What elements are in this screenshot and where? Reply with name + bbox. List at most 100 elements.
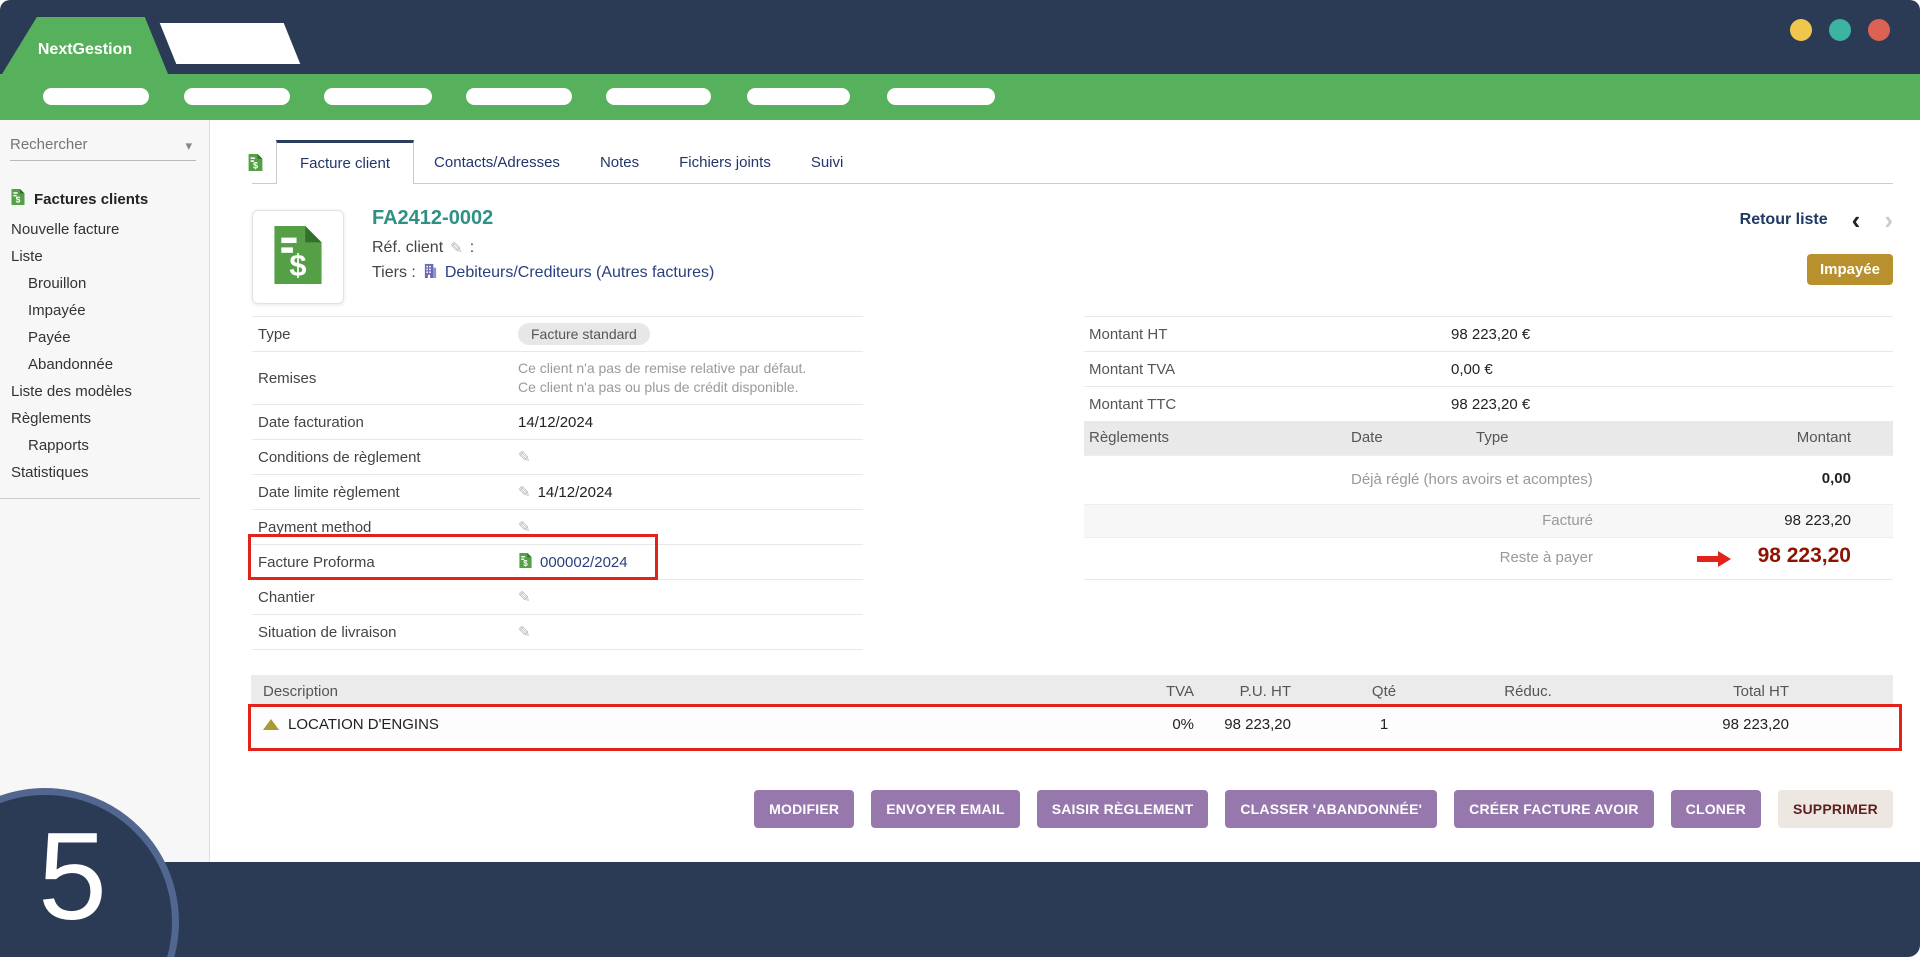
menu-pill[interactable] <box>324 88 432 105</box>
line-total-ht: 98 223,20 <box>1579 716 1789 733</box>
payments-col-date: Date <box>1351 429 1383 446</box>
sidebar-item-liste[interactable]: Liste <box>0 243 209 270</box>
tab-facture-client[interactable]: Facture client <box>276 140 414 184</box>
edit-pencil-icon[interactable]: ✎ <box>518 623 531 641</box>
table-row-payment-method: Payment method ✎ <box>252 509 863 544</box>
brand-name: NextGestion <box>38 41 132 59</box>
invoice-icon: $ <box>269 226 327 289</box>
search-input[interactable] <box>10 130 170 157</box>
sidebar-section-factures-clients[interactable]: $ Factures clients <box>0 182 209 216</box>
sidebar-item-payee[interactable]: Payée <box>0 324 209 351</box>
remises-line2: Ce client n'a pas ou plus de crédit disp… <box>518 379 799 395</box>
date-limite-label: Date limite règlement <box>252 484 518 501</box>
chevron-left-icon[interactable]: ‹ <box>1852 210 1861 230</box>
montant-tva-label: Montant TVA <box>1084 361 1451 378</box>
sidebar-item-abandonnee[interactable]: Abandonnée <box>0 351 209 378</box>
menu-pill[interactable] <box>606 88 711 105</box>
type-value-badge: Facture standard <box>518 323 650 345</box>
table-row-date-facturation: Date facturation 14/12/2024 <box>252 404 863 439</box>
montant-tva-value: 0,00 € <box>1451 361 1493 378</box>
sidebar-item-reglements[interactable]: Règlements <box>0 405 209 432</box>
table-row-montant-tva: Montant TVA 0,00 € <box>1084 351 1893 386</box>
sidebar-item-liste-des-modeles[interactable]: Liste des modèles <box>0 378 209 405</box>
payments-title: Règlements <box>1089 429 1169 446</box>
envoyer-email-button[interactable]: ENVOYER EMAIL <box>871 790 1020 828</box>
deja-regle-value: 0,00 <box>1822 470 1851 487</box>
invoice-lines-table: Description TVA P.U. HT Qté Réduc. Total… <box>251 675 1893 742</box>
service-triangle-icon <box>263 719 279 730</box>
col-description: Description <box>251 683 1051 700</box>
edit-pencil-icon[interactable]: ✎ <box>450 239 463 257</box>
table-row-line-item[interactable]: LOCATION D'ENGINS 0% 98 223,20 1 98 223,… <box>251 707 1893 742</box>
chantier-label: Chantier <box>252 589 518 606</box>
facture-total-value: 98 223,20 <box>1784 512 1851 529</box>
amounts-panel: Montant HT 98 223,20 € Montant TVA 0,00 … <box>1084 316 1893 580</box>
red-dot-icon <box>1868 19 1890 41</box>
edit-pencil-icon[interactable]: ✎ <box>518 588 531 606</box>
edit-pencil-icon[interactable]: ✎ <box>518 448 531 466</box>
svg-text:$: $ <box>16 195 21 205</box>
classer-abandonnee-button[interactable]: CLASSER 'ABANDONNÉE' <box>1225 790 1437 828</box>
tab-notes[interactable]: Notes <box>580 140 659 184</box>
remises-line1: Ce client n'a pas de remise relative par… <box>518 360 806 376</box>
company-icon <box>423 263 438 283</box>
menu-pill[interactable] <box>887 88 995 105</box>
back-to-list-nav: Retour liste ‹ › <box>1740 210 1893 230</box>
menu-pill[interactable] <box>466 88 572 105</box>
table-row-deja-regle: Déjà réglé (hors avoirs et acomptes) 0,0… <box>1084 455 1893 504</box>
cloner-button[interactable]: CLONER <box>1671 790 1761 828</box>
situation-livraison-label: Situation de livraison <box>252 624 518 641</box>
col-reduc: Réduc. <box>1477 683 1579 700</box>
modifier-button[interactable]: MODIFIER <box>754 790 854 828</box>
payments-col-type: Type <box>1476 429 1509 446</box>
back-to-list-link[interactable]: Retour liste <box>1740 211 1828 229</box>
invoice-icon: $ <box>247 154 264 171</box>
table-row-conditions-reglement: Conditions de règlement ✎ <box>252 439 863 474</box>
invoice-thumbnail-card: $ <box>252 210 344 304</box>
line-description: LOCATION D'ENGINS <box>288 716 439 733</box>
montant-ht-label: Montant HT <box>1084 326 1451 343</box>
lines-header-row: Description TVA P.U. HT Qté Réduc. Total… <box>251 675 1893 707</box>
tiers-link[interactable]: Debiteurs/Crediteurs (Autres factures) <box>445 264 714 282</box>
facture-proforma-link[interactable]: 000002/2024 <box>540 554 628 571</box>
sidebar-divider <box>0 498 200 499</box>
sidebar-item-impayee[interactable]: Impayée <box>0 297 209 324</box>
edit-pencil-icon[interactable]: ✎ <box>518 483 531 501</box>
col-tva: TVA <box>1051 683 1194 700</box>
date-limite-value: 14/12/2024 <box>538 484 613 501</box>
top-bar: NextGestion <box>0 0 1920 74</box>
chevron-right-icon[interactable]: › <box>1884 210 1893 230</box>
supprimer-button[interactable]: SUPPRIMER <box>1778 790 1893 828</box>
sidebar-section-label: Factures clients <box>34 191 148 208</box>
montant-ttc-value: 98 223,20 € <box>1451 396 1530 413</box>
line-tva: 0% <box>1051 716 1194 733</box>
menu-pill[interactable] <box>747 88 850 105</box>
facture-total-label: Facturé <box>1542 512 1593 529</box>
page-title: FA2412-0002 <box>372 207 493 230</box>
tab-contacts-adresses[interactable]: Contacts/Adresses <box>414 140 580 184</box>
payments-table-header: Règlements Date Type Montant <box>1084 421 1893 455</box>
chevron-down-icon[interactable]: ▾ <box>185 138 192 154</box>
tab-suivi[interactable]: Suivi <box>791 140 864 184</box>
saisir-reglement-button[interactable]: SAISIR RÈGLEMENT <box>1037 790 1209 828</box>
yellow-dot-icon <box>1790 19 1812 41</box>
sidebar-item-brouillon[interactable]: Brouillon <box>0 270 209 297</box>
sidebar-item-rapports[interactable]: Rapports <box>0 432 209 459</box>
remises-label: Remises <box>252 370 518 387</box>
menu-pill[interactable] <box>43 88 149 105</box>
sidebar-item-nouvelle-facture[interactable]: Nouvelle facture <box>0 216 209 243</box>
brand-logo: NextGestion <box>2 17 168 74</box>
col-pu-ht: P.U. HT <box>1194 683 1291 700</box>
deja-regle-label: Déjà réglé (hors avoirs et acomptes) <box>1351 471 1593 488</box>
tab-fichiers-joints[interactable]: Fichiers joints <box>659 140 791 184</box>
menu-pill[interactable] <box>184 88 290 105</box>
creer-facture-avoir-button[interactable]: CRÉER FACTURE AVOIR <box>1454 790 1653 828</box>
table-row-facture: Facturé 98 223,20 <box>1084 504 1893 537</box>
teal-dot-icon <box>1829 19 1851 41</box>
edit-pencil-icon[interactable]: ✎ <box>518 518 531 536</box>
svg-text:$: $ <box>253 160 258 170</box>
table-row-montant-ht: Montant HT 98 223,20 € <box>1084 316 1893 351</box>
table-row-facture-proforma: Facture Proforma $ 000002/2024 <box>252 544 863 579</box>
svg-text:$: $ <box>289 247 306 282</box>
sidebar-item-statistiques[interactable]: Statistiques <box>0 459 209 486</box>
